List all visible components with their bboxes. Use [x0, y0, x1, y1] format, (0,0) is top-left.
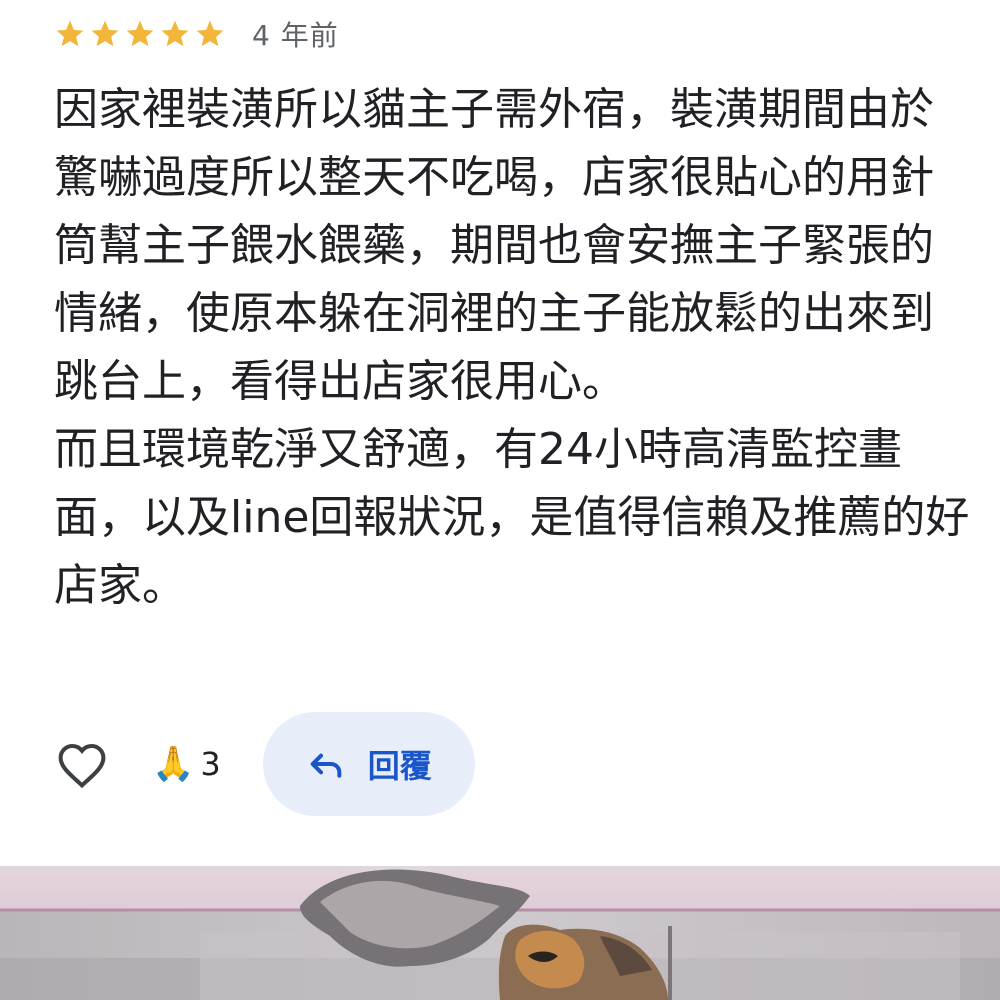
star-icon: [126, 20, 154, 47]
review-photo[interactable]: [0, 866, 1000, 1000]
rating-row: 4 年前: [54, 14, 339, 54]
review-actions: 🙏 3 回覆: [54, 712, 475, 816]
reply-arrow-icon: [310, 753, 342, 778]
review-date: 4 年前: [252, 19, 339, 52]
review-paragraph: 因家裡裝潢所以貓主子需外宿，裝潢期間由於驚嚇過度所以整天不吃喝，店家很貼心的用針…: [54, 84, 934, 407]
cat-photo-image: [0, 866, 1000, 1000]
folded-hands-icon: 🙏: [152, 744, 195, 784]
review-card: 4 年前 因家裡裝潢所以貓主子需外宿，裝潢期間由於驚嚇過度所以整天不吃喝，店家很…: [0, 0, 1000, 860]
heart-outline-icon: [58, 743, 106, 789]
star-icon: [56, 20, 84, 47]
review-text: 因家裡裝潢所以貓主子需外宿，裝潢期間由於驚嚇過度所以整天不吃喝，店家很貼心的用針…: [54, 76, 974, 620]
review-paragraph: 而且環境乾淨又舒適，有24小時高清監控畫面，以及line回報狀況，是值得信賴及推…: [54, 424, 970, 611]
like-button[interactable]: [54, 736, 110, 792]
reaction-count: 3: [200, 745, 221, 783]
star-rating: [54, 18, 226, 50]
star-icon: [196, 20, 224, 47]
star-icon: [161, 20, 189, 47]
reply-label: 回覆: [367, 747, 432, 785]
star-icon: [91, 20, 119, 47]
reply-button[interactable]: 回覆: [262, 712, 475, 816]
reaction-count-chip[interactable]: 🙏 3: [152, 745, 221, 783]
